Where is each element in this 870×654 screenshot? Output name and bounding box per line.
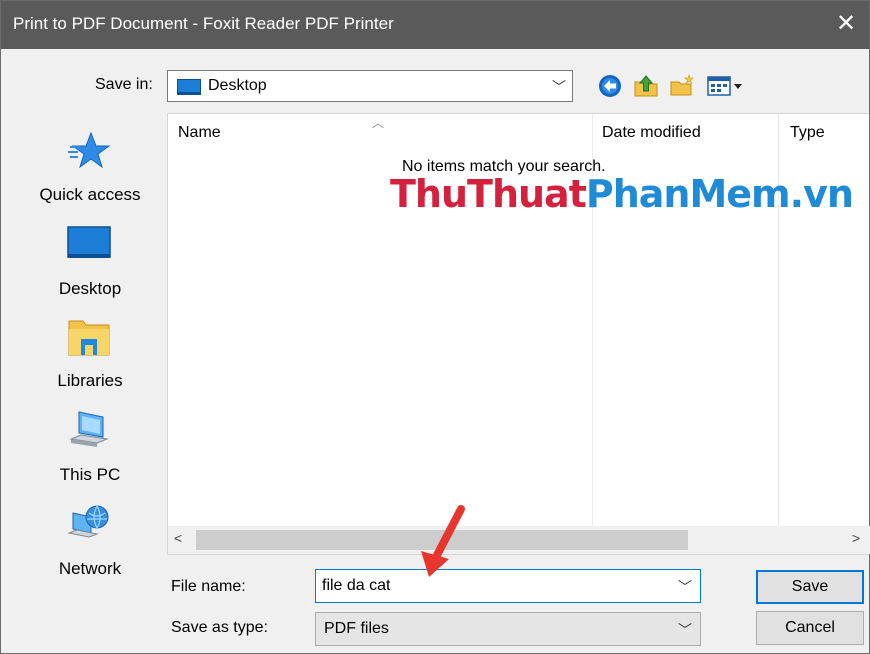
- save-as-type-dropdown[interactable]: PDF files ﹀: [315, 612, 701, 646]
- places-bar: Quick access Desktop Libraries This PC N…: [19, 113, 161, 613]
- desktop-folder-icon: [177, 79, 201, 95]
- file-name-input[interactable]: [322, 575, 662, 597]
- watermark-part1: ThuThuat: [390, 172, 587, 216]
- save-as-type-value: PDF files: [324, 620, 389, 637]
- chevron-down-icon[interactable]: ﹀: [678, 577, 692, 597]
- place-label: Libraries: [57, 371, 123, 390]
- network-icon: [67, 505, 109, 538]
- watermark-part2: PhanMem.vn: [585, 172, 854, 216]
- column-header-name[interactable]: Name: [178, 124, 221, 142]
- save-in-label: Save in:: [95, 76, 153, 93]
- save-dialog: Print to PDF Document - Foxit Reader PDF…: [0, 0, 870, 654]
- window-title: Print to PDF Document - Foxit Reader PDF…: [13, 14, 394, 33]
- place-desktop[interactable]: Desktop: [19, 223, 161, 307]
- views-menu-icon[interactable]: [706, 73, 746, 99]
- column-header-date-modified[interactable]: Date modified: [602, 124, 701, 142]
- new-folder-icon[interactable]: [669, 73, 695, 99]
- star-icon: [68, 131, 111, 169]
- chevron-down-icon[interactable]: ﹀: [552, 77, 566, 97]
- file-name-combobox[interactable]: ﹀: [315, 569, 701, 603]
- save-in-value: Desktop: [208, 77, 267, 94]
- place-this-pc[interactable]: This PC: [19, 409, 161, 493]
- scroll-right-icon[interactable]: >: [852, 530, 860, 546]
- scroll-left-icon[interactable]: <: [174, 530, 182, 546]
- sort-ascending-icon: ︿: [372, 116, 385, 130]
- file-list[interactable]: ︿ Name Date modified Type No items match…: [167, 113, 870, 555]
- cancel-button[interactable]: Cancel: [756, 611, 864, 645]
- libraries-icon: [68, 320, 110, 356]
- watermark: ThuThuatPhanMem.vn: [390, 172, 854, 216]
- place-network[interactable]: Network: [19, 503, 161, 587]
- column-header-type[interactable]: Type: [790, 124, 825, 142]
- place-libraries[interactable]: Libraries: [19, 315, 161, 399]
- place-label: Quick access: [39, 185, 141, 204]
- place-label: Desktop: [58, 279, 122, 298]
- column-header-row: ︿ Name Date modified Type: [168, 114, 870, 152]
- save-as-type-label: Save as type:: [171, 619, 268, 636]
- desktop-icon: [67, 226, 111, 258]
- annotation-arrow-icon: [421, 505, 465, 577]
- save-in-dropdown[interactable]: Desktop ﹀: [167, 70, 573, 102]
- chevron-down-icon[interactable]: ﹀: [678, 620, 692, 640]
- save-button[interactable]: Save: [756, 570, 864, 604]
- place-label: This PC: [59, 465, 121, 484]
- place-quick-access[interactable]: Quick access: [19, 129, 161, 213]
- close-button[interactable]: ✕: [823, 1, 869, 49]
- place-label: Network: [58, 559, 122, 578]
- file-name-label: File name:: [171, 578, 246, 595]
- up-folder-icon[interactable]: [633, 73, 659, 99]
- title-bar[interactable]: Print to PDF Document - Foxit Reader PDF…: [1, 1, 869, 49]
- horizontal-scrollbar[interactable]: < >: [168, 526, 870, 554]
- computer-icon: [69, 411, 109, 447]
- back-arrow-icon[interactable]: [597, 73, 623, 99]
